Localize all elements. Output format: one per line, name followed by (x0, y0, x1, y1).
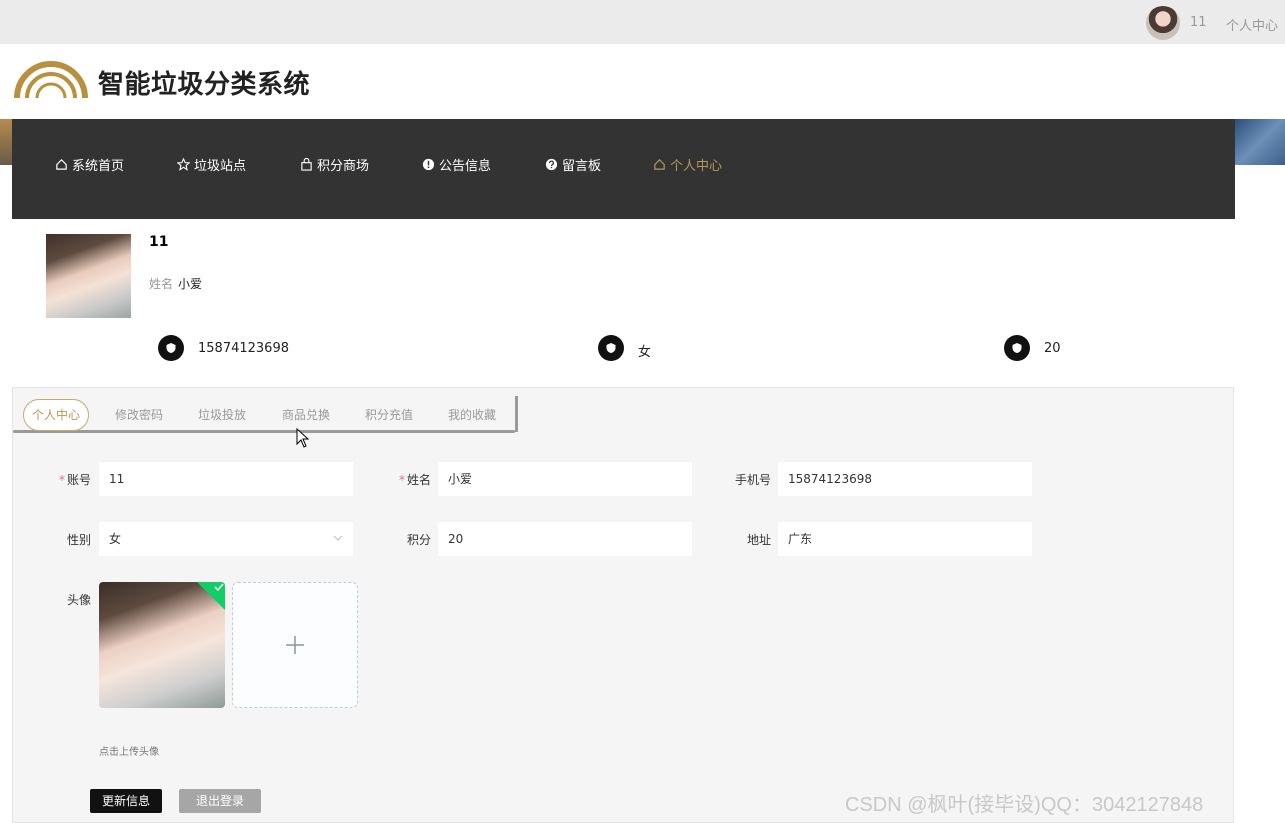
gender-select[interactable]: 女 (99, 522, 353, 556)
tab-favorites[interactable]: 我的收藏 (448, 406, 496, 423)
nav-label: 系统首页 (72, 159, 125, 174)
gender-value: 女 (109, 532, 122, 546)
profile-avatar (46, 234, 131, 318)
site-title: 智能垃圾分类系统 (98, 70, 311, 100)
profile-name: 小爱 (178, 277, 203, 291)
shield-icon (598, 335, 624, 361)
points-label: 积分 (406, 533, 431, 547)
account-label: * 账号 (58, 473, 91, 487)
top-personal-center-link[interactable]: 个人中心 (1226, 15, 1278, 34)
upload-success-badge (194, 582, 225, 612)
nav-item-stations[interactable]: 垃圾站点 (177, 155, 246, 174)
check-icon (214, 583, 224, 592)
update-info-button[interactable]: 更新信息 (90, 789, 162, 813)
upload-tip: 点击上传头像 (99, 747, 159, 758)
gender-label: 性别 (66, 533, 91, 547)
tab-product-exchange[interactable]: 商品兑换 (282, 406, 330, 423)
tab-change-password[interactable]: 修改密码 (115, 406, 163, 423)
avatar-preview[interactable] (99, 582, 225, 708)
phone-field[interactable] (778, 462, 1032, 496)
profile-name-label: 姓名 (149, 277, 174, 291)
nav-item-messages[interactable]: 留言板 (545, 155, 601, 174)
profile-points: 20 (1044, 341, 1061, 356)
banner-edge-left (0, 119, 12, 165)
address-label: 地址 (746, 533, 771, 547)
watermark: CSDN @枫叶(接毕设)QQ：3042127848 (845, 794, 1204, 816)
nav-label: 公告信息 (439, 159, 492, 174)
tabs-underline (13, 430, 515, 433)
nav-item-personal-center[interactable]: 个人中心 (653, 155, 722, 174)
chevron-down-icon (333, 535, 343, 541)
star-icon (177, 158, 190, 171)
main-nav: 系统首页 垃圾站点 积分商场 公告信息 留言板 个人中心 (12, 119, 1235, 219)
profile-account: 11 (149, 234, 169, 250)
profile-gender: 女 (638, 345, 652, 360)
account-field[interactable] (99, 462, 353, 496)
address-field[interactable] (778, 522, 1032, 556)
name-field[interactable] (438, 462, 692, 496)
tab-points-recharge[interactable]: 积分充值 (365, 406, 413, 423)
home-icon (56, 159, 67, 170)
tab-personal-center[interactable]: 个人中心 (23, 399, 90, 431)
info-icon (422, 158, 435, 171)
top-username[interactable]: 11 (1190, 15, 1207, 30)
nav-label: 留言板 (562, 159, 602, 174)
points-field[interactable] (438, 522, 692, 556)
shield-icon (158, 335, 184, 361)
avatar-label: 头像 (66, 593, 91, 607)
tab-garbage-drop[interactable]: 垃圾投放 (198, 406, 246, 423)
nav-item-mall[interactable]: 积分商场 (300, 155, 369, 174)
name-label: * 姓名 (398, 473, 431, 487)
phone-label: 手机号 (734, 473, 771, 487)
nav-label: 个人中心 (670, 159, 723, 174)
mouse-cursor-icon (296, 428, 310, 448)
shield-icon (1004, 335, 1030, 361)
site-logo[interactable] (13, 58, 89, 102)
nav-label: 积分商场 (317, 159, 370, 174)
top-bar: 11 个人中心 (0, 0, 1285, 44)
content-panel: 个人中心 修改密码 垃圾投放 商品兑换 积分充值 我的收藏 *账号 *姓名 手机… (12, 387, 1234, 823)
avatar-upload-button[interactable] (232, 582, 358, 708)
bag-icon (301, 158, 312, 171)
question-icon (545, 158, 558, 171)
plus-icon (286, 636, 304, 654)
profile-card: 11 姓名 小爱 15874123698 女 20 (12, 219, 1235, 369)
banner-edge-right (1235, 119, 1285, 165)
nav-label: 垃圾站点 (194, 159, 247, 174)
nav-item-home[interactable]: 系统首页 (55, 155, 124, 174)
profile-phone: 15874123698 (198, 341, 289, 356)
home-icon (654, 159, 665, 170)
user-avatar[interactable] (1146, 6, 1180, 40)
logout-button[interactable]: 退出登录 (179, 789, 261, 813)
nav-item-notices[interactable]: 公告信息 (422, 155, 491, 174)
tabs-divider (515, 396, 518, 432)
